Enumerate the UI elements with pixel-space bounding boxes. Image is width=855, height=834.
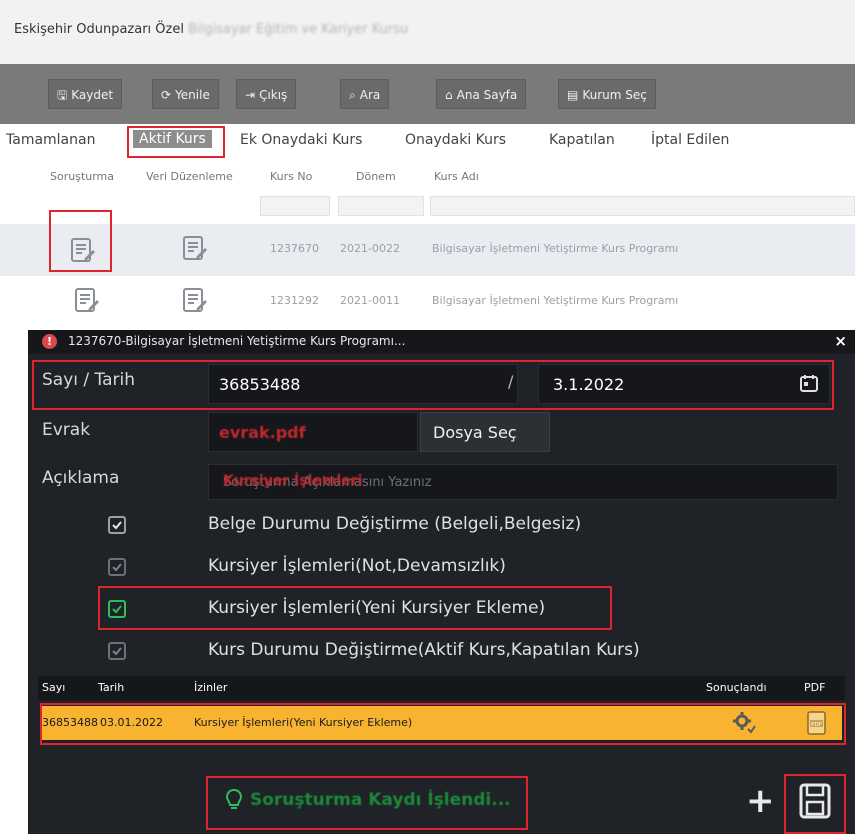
sayi-field[interactable]: 36853488 [208,364,518,404]
checkbox-label: Kursiyer İşlemleri(Not,Devamsızlık) [208,556,506,576]
search-icon: ⌕ [349,88,356,102]
evrak-label: Evrak [42,420,91,440]
pdf-icon[interactable]: PDF [806,711,828,739]
exit-button[interactable]: ⇥ Çıkış [236,79,297,109]
tab-tamamlanan[interactable]: Tamamlanan [6,132,95,148]
results-column-sonuclandi: Sonuçlandı [706,681,767,694]
column-header-kurs-no[interactable]: Kurs No [270,170,312,183]
dialog-titlebar: ! 1237670-Bilgisayar İşletmeni Yetiştirm… [28,330,855,354]
save-icon: 🖫 [57,88,68,102]
tab-iptal-edilen[interactable]: İptal Edilen [651,132,729,148]
checkbox-icon[interactable] [108,516,126,534]
checkbox-label: Kursiyer İşlemleri(Yeni Kursiyer Ekleme) [208,598,546,618]
results-column-sayi: Sayı [42,681,66,694]
cell-kurs-adi: Bilgisayar İşletmeni Yetiştirme Kurs Pro… [432,242,679,255]
save-button-label: Kaydet [71,88,114,102]
save-icon[interactable] [798,782,832,824]
investigation-edit-icon[interactable] [72,286,100,314]
date-separator: / [508,372,514,391]
tab-kapatilan[interactable]: Kapatılan [549,132,615,148]
dosya-sec-label: Dosya Seç [433,423,517,442]
results-column-pdf: PDF [804,681,826,694]
table-row[interactable]: 1231292 2021-0011 Bilgisayar İşletmeni Y… [0,276,855,328]
result-tarih: 03.01.2022 [100,716,163,729]
aciklama-label: Açıklama [42,468,120,488]
toolbar: 🖫 Kaydet ⟳ Yenile ⇥ Çıkış ⌕ Ara ⌂ Ana Sayfa ▤… [0,64,855,124]
sayi-value: 36853488 [219,375,301,394]
aciklama-value: Kursiyer İşlemleri [223,473,363,489]
dialog-title: 1237670-Bilgisayar İşletmeni Yetiştirme … [68,334,406,348]
refresh-icon: ⟳ [161,88,172,102]
filter-donem[interactable] [338,196,424,216]
evrak-file-name: evrak.pdf [219,423,306,442]
tab-aktif-kurs[interactable]: Aktif Kurs [133,130,212,148]
checkbox-label: Belge Durumu Değiştirme (Belgeli,Belgesi… [208,514,582,534]
column-header-veri-duzenleme[interactable]: Veri Düzenleme [146,170,233,183]
add-button[interactable]: + [746,784,775,818]
top-header: Eskişehir Odunpazarı Özel Bilgisayar Eği… [0,0,855,64]
exit-icon: ⇥ [245,88,256,102]
home-button-label: Ana Sayfa [456,88,518,102]
svg-text:PDF: PDF [811,722,822,728]
cell-kurs-no: 1237670 [270,242,319,255]
institution-select-button-label: Kurum Seç [582,88,647,102]
home-button[interactable]: ⌂ Ana Sayfa [436,79,527,109]
save-button[interactable]: 🖫 Kaydet [48,79,123,109]
checkbox-label: Kurs Durumu Değiştirme(Aktif Kurs,Kapatı… [208,640,640,660]
cell-kurs-no: 1231292 [270,294,319,307]
warning-icon: ! [42,334,57,349]
search-button-label: Ara [359,88,381,102]
checkbox-icon[interactable] [108,558,126,576]
dosya-sec-button[interactable]: Dosya Seç [420,412,550,452]
filter-kurs-no[interactable] [260,196,330,216]
tarih-value: 3.1.2022 [553,375,625,394]
result-sayi: 36853488 [42,716,98,729]
page-header-title: Eskişehir Odunpazarı Özel Bilgisayar Eği… [14,22,408,37]
home-icon: ⌂ [445,88,453,102]
data-edit-icon[interactable] [180,286,208,314]
institution-name: Eskişehir Odunpazarı Özel [14,22,184,37]
results-row[interactable]: 36853488 03.01.2022 Kursiyer İşlemleri(Y… [42,706,842,740]
checkbox-icon[interactable] [108,642,126,660]
calendar-icon[interactable] [799,373,819,397]
status-message: Soruşturma Kaydı İşlendi... [250,790,511,810]
refresh-button[interactable]: ⟳ Yenile [152,79,219,109]
sayi-tarih-label: Sayı / Tarih [42,370,136,390]
table-row[interactable]: 1237670 2021-0022 Bilgisayar İşletmeni Y… [0,224,855,276]
data-edit-icon[interactable] [180,234,208,262]
column-header-kurs-adi[interactable]: Kurs Adı [434,170,479,183]
institution-name-blurred: Bilgisayar Eğitim ve Kariyer Kursu [188,22,409,37]
cell-donem: 2021-0022 [340,242,400,255]
gear-icon[interactable] [732,711,756,739]
institution-icon: ▤ [567,88,579,102]
tab-ek-onaydaki-kurs[interactable]: Ek Onaydaki Kurs [240,132,362,148]
evrak-file-field[interactable]: evrak.pdf [208,412,418,452]
tab-onaydaki-kurs[interactable]: Onaydaki Kurs [405,132,506,148]
institution-select-button[interactable]: ▤ Kurum Seç [558,79,656,109]
results-header: Sayı Tarih İzinler Sonuçlandı PDF [38,676,845,700]
cell-kurs-adi: Bilgisayar İşletmeni Yetiştirme Kurs Pro… [432,294,679,307]
exit-button-label: Çıkış [259,88,288,102]
cell-donem: 2021-0011 [340,294,400,307]
column-header-donem[interactable]: Dönem [356,170,396,183]
results-column-izinler: İzinler [194,681,228,694]
filter-kurs-adi[interactable] [430,196,855,216]
refresh-button-label: Yenile [175,88,210,102]
tab-bar: Tamamlanan Aktif Kurs Ek Onaydaki Kurs O… [0,126,855,156]
tarih-field[interactable]: 3.1.2022 [538,364,830,404]
aciklama-input[interactable]: Soruşturma Açıklamasını Yazınız Kursiyer… [208,464,838,500]
investigation-edit-icon[interactable] [68,236,96,264]
investigation-dialog: ! 1237670-Bilgisayar İşletmeni Yetiştirm… [28,330,855,834]
results-column-tarih: Tarih [98,681,125,694]
close-icon[interactable]: × [834,332,847,350]
column-header-sorusturma[interactable]: Soruşturma [50,170,114,183]
checkbox-icon[interactable] [108,600,126,618]
search-button[interactable]: ⌕ Ara [340,79,390,109]
lightbulb-icon [224,788,244,816]
result-izinler: Kursiyer İşlemleri(Yeni Kursiyer Ekleme) [194,716,413,729]
